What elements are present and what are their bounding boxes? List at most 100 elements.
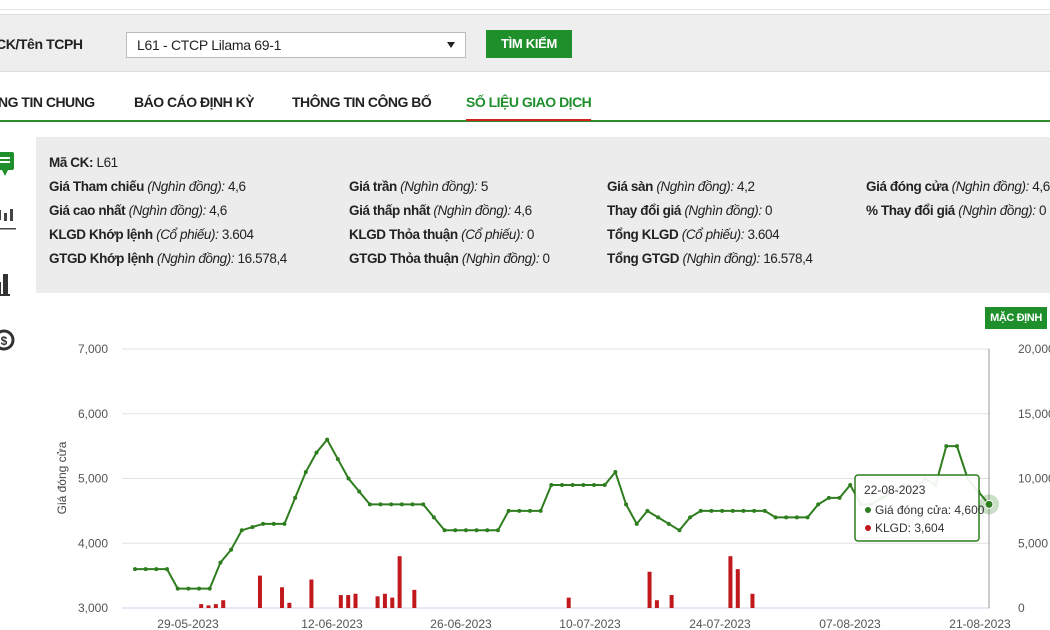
y2-tick-label: 20,000: [1018, 342, 1050, 356]
price-point: [954, 444, 959, 449]
price-point: [762, 508, 767, 513]
volume-bar: [199, 604, 204, 608]
price-point: [165, 567, 170, 572]
x-axis: 29-05-2023 12-06-2023 26-06-2023 10-07-2023…: [157, 617, 1011, 630]
volume-bar: [412, 589, 417, 608]
price-point: [656, 515, 661, 520]
x-tick-label: 24-07-2023: [689, 617, 751, 630]
price-point: [197, 586, 202, 591]
price-point: [634, 521, 639, 526]
price-point: [431, 515, 436, 520]
y-tick-label: 4,000: [78, 536, 108, 550]
price-point: [826, 495, 831, 500]
y-tick-label: 7,000: [78, 342, 108, 356]
y2-tick-label: 0: [1018, 601, 1025, 615]
y-axis-title: Giá đóng cửa: [55, 441, 69, 514]
price-point: [261, 521, 266, 526]
x-tick-label: 21-08-2023: [949, 617, 1011, 630]
price-point: [538, 508, 543, 513]
price-point: [752, 508, 757, 513]
volume-bar: [397, 556, 402, 608]
y-tick-label: 6,000: [78, 407, 108, 421]
price-point: [666, 521, 671, 526]
y-axis-right: 20,000 15,000 10,000 5,000 0: [1018, 342, 1050, 615]
price-point: [613, 470, 618, 475]
price-point: [506, 508, 511, 513]
price-point: [677, 528, 682, 533]
x-tick-label: 07-08-2023: [819, 617, 881, 630]
x-tick-label: 29-05-2023: [157, 617, 219, 630]
price-point: [517, 508, 522, 513]
volume-bar: [206, 605, 211, 608]
price-point: [730, 508, 735, 513]
volume-bar: [213, 604, 218, 608]
tooltip-close-dot: [865, 507, 871, 513]
price-point: [175, 586, 180, 591]
x-tick-label: 12-06-2023: [301, 617, 363, 630]
tooltip-date: 22-08-2023: [864, 483, 926, 497]
y-tick-label: 3,000: [78, 601, 108, 615]
y2-tick-label: 5,000: [1018, 536, 1048, 550]
price-point: [773, 515, 778, 520]
price-point: [453, 528, 458, 533]
volume-bar: [309, 579, 314, 608]
price-point: [709, 508, 714, 513]
price-point: [218, 560, 223, 565]
volume-bar: [735, 569, 740, 608]
volume-bar: [280, 587, 285, 608]
price-point: [602, 482, 607, 487]
price-point: [463, 528, 468, 533]
price-point: [816, 502, 821, 507]
price-point: [293, 495, 298, 500]
price-point: [250, 525, 255, 530]
price-point: [474, 528, 479, 533]
price-point: [592, 482, 597, 487]
volume-bar: [257, 575, 262, 608]
price-point: [271, 521, 276, 526]
price-point: [741, 508, 746, 513]
price-point: [784, 515, 789, 520]
price-point: [143, 567, 148, 572]
price-point: [794, 515, 799, 520]
price-point: [720, 508, 725, 513]
price-point: [624, 502, 629, 507]
volume-bar: [338, 595, 343, 608]
price-point: [229, 547, 234, 552]
price-point: [549, 482, 554, 487]
price-point: [421, 502, 426, 507]
price-point: [527, 508, 532, 513]
price-point: [335, 457, 340, 462]
y2-tick-label: 10,000: [1018, 472, 1050, 486]
price-point: [389, 502, 394, 507]
volume-bar: [566, 597, 571, 608]
y2-tick-label: 15,000: [1018, 407, 1050, 421]
volume-bar: [346, 595, 351, 608]
price-volume-chart: 7,000 6,000 5,000 4,000 3,000 20,000 15,000 10…: [55, 342, 1050, 630]
tooltip-close: Giá đóng cửa: 4,600: [875, 503, 985, 517]
price-point: [346, 476, 351, 481]
price-point: [698, 508, 703, 513]
hover-point: [984, 499, 994, 509]
price-point: [485, 528, 490, 533]
price-point: [239, 528, 244, 533]
price-point: [688, 515, 693, 520]
volume-bar: [750, 593, 755, 608]
volume-bar: [287, 602, 292, 608]
price-point: [357, 489, 362, 494]
price-point: [442, 528, 447, 533]
price-point: [207, 586, 212, 591]
price-point: [154, 567, 159, 572]
price-point: [314, 450, 319, 455]
y-axis-left: 7,000 6,000 5,000 4,000 3,000: [78, 342, 108, 615]
volume-bars: [199, 556, 755, 608]
y-tick-label: 5,000: [78, 472, 108, 486]
price-point: [133, 567, 137, 572]
volume-bar: [382, 593, 387, 608]
volume-bar: [353, 593, 358, 608]
x-tick-label: 26-06-2023: [430, 617, 492, 630]
price-point: [399, 502, 404, 507]
price-point: [325, 437, 330, 442]
price-point: [805, 515, 810, 520]
price-point: [560, 482, 564, 487]
price-point: [378, 502, 383, 507]
